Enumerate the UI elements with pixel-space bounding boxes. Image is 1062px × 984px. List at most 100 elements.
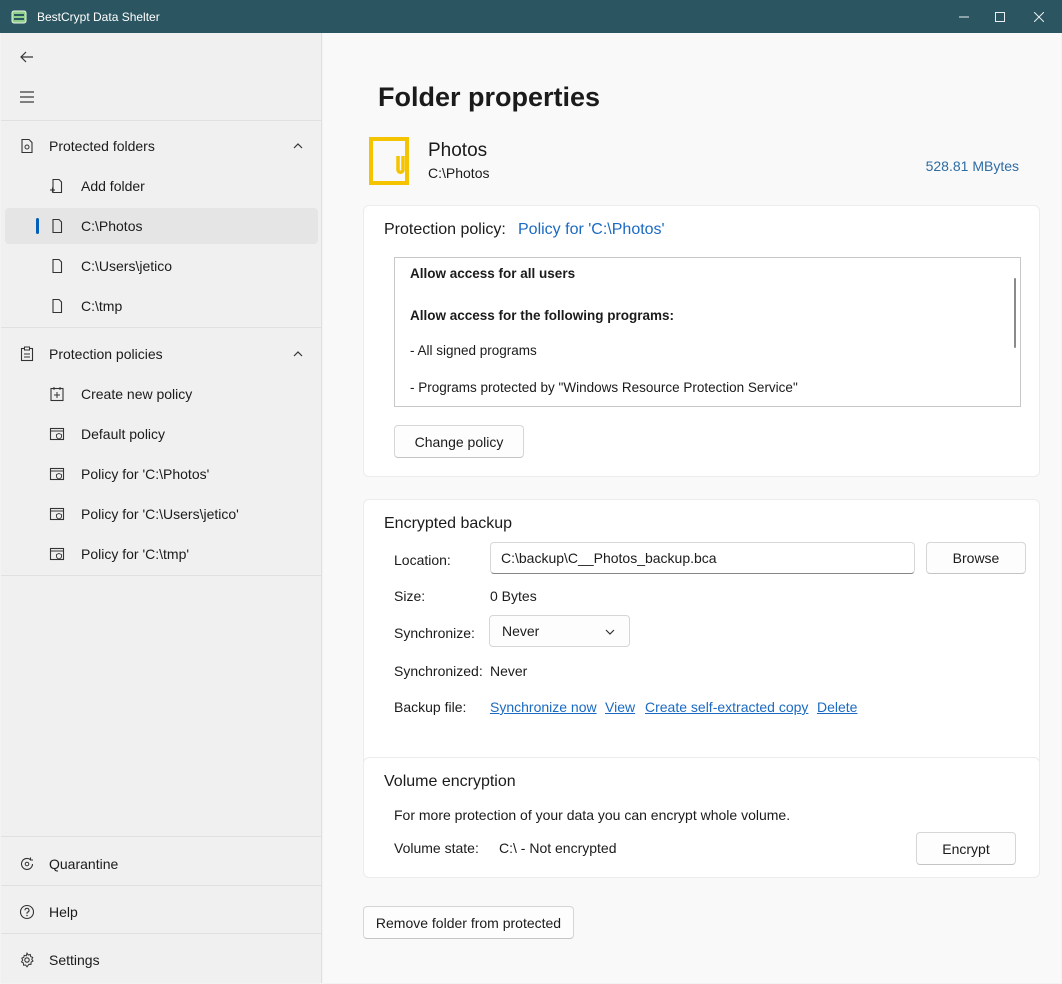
nav-protected-folders-label: Protected folders bbox=[49, 138, 155, 154]
nav-policy-tmp-label: Policy for 'C:\tmp' bbox=[81, 546, 190, 562]
sidebar-divider bbox=[1, 575, 321, 576]
selection-indicator bbox=[36, 218, 39, 234]
title-bar: BestCrypt Data Shelter bbox=[0, 0, 1062, 33]
backup-file-label: Backup file: bbox=[394, 699, 467, 715]
nav-folder-users-jetico[interactable]: C:\Users\jetico bbox=[5, 248, 318, 284]
location-value: C:\backup\C__Photos_backup.bca bbox=[501, 550, 717, 566]
nav-policy-users-jetico-label: Policy for 'C:\Users\jetico' bbox=[81, 506, 239, 522]
nav-quarantine-label: Quarantine bbox=[49, 856, 119, 872]
nav-folder-tmp-label: C:\tmp bbox=[81, 298, 123, 314]
protection-policy-label: Protection policy: bbox=[384, 221, 506, 238]
encrypted-backup-card: Encrypted backup Location: C:\backup\C__… bbox=[363, 499, 1040, 769]
policy-icon bbox=[49, 546, 65, 562]
nav-policy-tmp[interactable]: Policy for 'C:\tmp' bbox=[5, 536, 318, 572]
folder-icon bbox=[49, 258, 65, 274]
create-self-extracted-copy-link[interactable]: Create self-extracted copy bbox=[645, 699, 808, 715]
nav-policy-photos[interactable]: Policy for 'C:\Photos' bbox=[5, 456, 318, 492]
main-content: Folder properties Photos C:\Photos 528.8… bbox=[323, 33, 1061, 983]
folder-name: Photos bbox=[428, 140, 488, 161]
nav-create-new-policy[interactable]: Create new policy bbox=[5, 376, 318, 412]
hamburger-menu-icon[interactable] bbox=[15, 85, 39, 109]
synchronize-dropdown[interactable]: Never bbox=[489, 615, 630, 647]
close-icon[interactable] bbox=[1016, 0, 1062, 33]
policy-icon bbox=[49, 506, 65, 522]
window-title: BestCrypt Data Shelter bbox=[37, 9, 160, 24]
size-value: 0 Bytes bbox=[490, 588, 537, 604]
synchronize-now-link[interactable]: Synchronize now bbox=[490, 699, 597, 715]
location-label: Location: bbox=[394, 552, 451, 568]
scrollbar-thumb[interactable] bbox=[1014, 278, 1016, 348]
sidebar-divider bbox=[1, 120, 321, 121]
app-logo-icon bbox=[11, 9, 27, 25]
nav-help[interactable]: Help bbox=[5, 894, 318, 930]
browse-button[interactable]: Browse bbox=[926, 542, 1026, 574]
change-policy-button[interactable]: Change policy bbox=[394, 425, 524, 458]
volume-state-label: Volume state: bbox=[394, 840, 479, 856]
sidebar-divider bbox=[1, 836, 321, 837]
new-policy-icon bbox=[49, 386, 65, 402]
gear-icon bbox=[19, 952, 35, 968]
volume-state-value: C:\ - Not encrypted bbox=[499, 840, 617, 856]
page-title: Folder properties bbox=[378, 82, 601, 112]
policy-line: - Programs protected by "Windows Resourc… bbox=[410, 380, 798, 395]
protected-folder-icon bbox=[19, 138, 35, 154]
folder-size: 528.81 MBytes bbox=[925, 158, 1019, 174]
folder-icon bbox=[49, 218, 65, 234]
nav-help-label: Help bbox=[49, 904, 78, 920]
nav-add-folder-label: Add folder bbox=[81, 178, 145, 194]
sidebar-divider bbox=[1, 885, 321, 886]
policy-link[interactable]: Policy for 'C:\Photos' bbox=[518, 221, 665, 239]
chevron-up-icon[interactable] bbox=[292, 348, 304, 360]
synchronize-label: Synchronize: bbox=[394, 625, 475, 641]
delete-link[interactable]: Delete bbox=[817, 699, 857, 715]
nav-settings[interactable]: Settings bbox=[5, 942, 318, 978]
encrypt-button[interactable]: Encrypt bbox=[916, 832, 1016, 865]
folder-large-icon bbox=[369, 137, 409, 185]
folder-path: C:\Photos bbox=[428, 165, 490, 181]
help-icon bbox=[19, 904, 35, 920]
folder-icon bbox=[49, 298, 65, 314]
sidebar-divider bbox=[1, 327, 321, 328]
nav-protection-policies[interactable]: Protection policies bbox=[5, 336, 318, 372]
policy-line: - All signed programs bbox=[410, 343, 537, 358]
policy-icon bbox=[49, 426, 65, 442]
encrypted-backup-title: Encrypted backup bbox=[384, 515, 513, 532]
synchronized-value: Never bbox=[490, 663, 528, 679]
synchronize-value: Never bbox=[502, 623, 540, 639]
nav-add-folder[interactable]: Add folder bbox=[5, 168, 318, 204]
nav-settings-label: Settings bbox=[49, 952, 100, 968]
sidebar: Protected folders Add folder C:\Photos C… bbox=[1, 33, 322, 983]
sidebar-divider bbox=[1, 933, 321, 934]
nav-folder-photos-label: C:\Photos bbox=[81, 218, 143, 234]
volume-encryption-title: Volume encryption bbox=[384, 773, 516, 790]
nav-policy-users-jetico[interactable]: Policy for 'C:\Users\jetico' bbox=[5, 496, 318, 532]
nav-quarantine[interactable]: Quarantine bbox=[5, 846, 318, 882]
location-field[interactable]: C:\backup\C__Photos_backup.bca bbox=[490, 542, 915, 574]
nav-create-new-policy-label: Create new policy bbox=[81, 386, 193, 402]
nav-default-policy[interactable]: Default policy bbox=[5, 416, 318, 452]
quarantine-icon bbox=[19, 856, 35, 872]
remove-folder-button[interactable]: Remove folder from protected bbox=[363, 906, 574, 939]
policy-icon bbox=[49, 466, 65, 482]
add-folder-icon bbox=[49, 178, 65, 194]
policy-details-box: Allow access for all users Allow access … bbox=[394, 257, 1021, 407]
volume-description: For more protection of your data you can… bbox=[394, 807, 791, 823]
protection-policy-card: Protection policy: Policy for 'C:\Photos… bbox=[363, 205, 1040, 477]
nav-protected-folders[interactable]: Protected folders bbox=[5, 128, 318, 164]
clipboard-policy-icon bbox=[19, 346, 35, 362]
nav-default-policy-label: Default policy bbox=[81, 426, 166, 442]
chevron-up-icon[interactable] bbox=[292, 140, 304, 152]
nav-folder-tmp[interactable]: C:\tmp bbox=[5, 288, 318, 324]
volume-encryption-card: Volume encryption For more protection of… bbox=[363, 757, 1040, 878]
nav-folder-photos[interactable]: C:\Photos bbox=[5, 208, 318, 244]
nav-folder-users-jetico-label: C:\Users\jetico bbox=[81, 258, 173, 274]
view-link[interactable]: View bbox=[605, 699, 635, 715]
size-label: Size: bbox=[394, 588, 426, 604]
nav-policy-photos-label: Policy for 'C:\Photos' bbox=[81, 466, 210, 482]
nav-protection-policies-label: Protection policies bbox=[49, 346, 163, 362]
policy-line: Allow access for the following programs: bbox=[410, 308, 675, 323]
chevron-down-icon bbox=[605, 629, 615, 635]
back-arrow-icon[interactable] bbox=[15, 45, 39, 69]
policy-line: Allow access for all users bbox=[410, 266, 576, 281]
synchronized-label: Synchronized: bbox=[394, 663, 483, 679]
